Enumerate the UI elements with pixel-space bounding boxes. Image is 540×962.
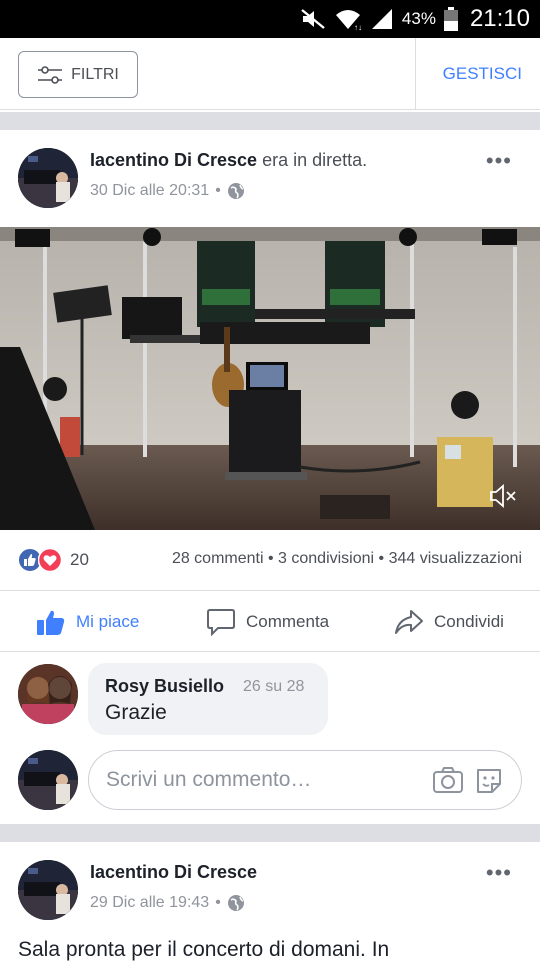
status-bar: ↑↓ 43% 21:10	[0, 0, 540, 38]
mute-icon	[301, 9, 325, 29]
share-button[interactable]: Condividi	[394, 591, 504, 653]
stats-dot: •	[267, 550, 279, 567]
views-count: 344 visualizzazioni	[388, 550, 522, 567]
sticker-icon[interactable]	[474, 766, 504, 801]
stats-counters: 28 commenti • 3 condivisioni • 344 visua…	[172, 550, 522, 568]
post-stats: 20 28 commenti • 3 condivisioni • 344 vi…	[0, 540, 540, 580]
divider	[415, 38, 416, 110]
post-author-line: Iacentino Di Cresce	[90, 862, 257, 883]
filter-label: FILTRI	[71, 65, 119, 83]
comment-icon	[207, 609, 235, 636]
commenter-avatar[interactable]	[18, 664, 78, 724]
mute-video-icon[interactable]	[488, 481, 518, 516]
thumbs-up-icon	[37, 610, 65, 635]
wifi-icon: ↑↓	[335, 10, 362, 31]
svg-text:↑↓: ↑↓	[354, 23, 362, 31]
manage-button[interactable]: GESTISCI	[443, 38, 522, 110]
author-name[interactable]: Iacentino Di Cresce	[90, 150, 257, 170]
comment-button[interactable]: Commenta	[206, 591, 329, 653]
battery-icon	[443, 7, 458, 31]
author-avatar[interactable]	[18, 860, 78, 920]
post-actions: Mi piace Commenta Condividi	[0, 590, 540, 652]
my-avatar	[18, 750, 78, 810]
more-options-icon[interactable]: •••	[486, 148, 512, 174]
post-header: Iacentino Di Cresce 29 Dic alle 19:43 • …	[0, 842, 540, 922]
video-frame	[0, 227, 540, 530]
love-reaction-icon	[38, 548, 62, 572]
meta-dot: •	[215, 894, 221, 911]
author-avatar[interactable]	[18, 148, 78, 208]
shares-count[interactable]: 3 condivisioni	[278, 550, 374, 567]
meta-dot: •	[215, 182, 221, 199]
post-author-line: Iacentino Di Cresce era in diretta.	[90, 150, 367, 171]
filter-button[interactable]: FILTRI	[18, 51, 138, 98]
comments-count[interactable]: 28 commenti	[172, 550, 264, 567]
comment-bubble[interactable]: Rosy Busiello 26 su 28 Grazie	[88, 663, 328, 735]
more-options-icon[interactable]: •••	[486, 860, 512, 886]
comment-input[interactable]: Scrivi un commento…	[88, 750, 522, 810]
battery-percentage: 43%	[401, 9, 436, 28]
like-label: Mi piace	[76, 612, 140, 631]
globe-icon	[227, 183, 244, 199]
globe-icon	[227, 895, 244, 911]
post-header: Iacentino Di Cresce era in diretta. 30 D…	[0, 130, 540, 210]
clock: 21:10	[469, 5, 530, 32]
comment-label: Commenta	[246, 612, 330, 631]
post-text: Sala pronta per il concerto di domani. I…	[18, 938, 390, 961]
feed-separator	[0, 112, 540, 130]
comment-time: 26 su 28	[243, 678, 305, 695]
comment-text: Grazie	[105, 701, 167, 724]
stats-dot: •	[378, 550, 389, 567]
post-date[interactable]: 29 Dic alle 19:43	[90, 894, 209, 912]
post-meta: 30 Dic alle 20:31 •	[90, 182, 245, 200]
reaction-count: 20	[70, 550, 89, 569]
sliders-icon	[38, 65, 63, 84]
feed-separator	[0, 824, 540, 842]
signal-icon	[371, 9, 392, 29]
post-meta: 29 Dic alle 19:43 •	[90, 894, 245, 912]
comment-placeholder: Scrivi un commento…	[106, 768, 312, 791]
commenter-name[interactable]: Rosy Busiello	[105, 676, 224, 697]
share-icon	[395, 610, 423, 634]
post-date[interactable]: 30 Dic alle 20:31	[90, 182, 209, 200]
author-name[interactable]: Iacentino Di Cresce	[90, 862, 257, 882]
like-button[interactable]: Mi piace	[36, 591, 139, 653]
post-verb: era in diretta.	[262, 150, 368, 170]
live-video[interactable]	[0, 227, 540, 530]
share-label: Condividi	[434, 612, 504, 631]
filter-bar: FILTRI GESTISCI	[0, 38, 540, 110]
reaction-summary[interactable]: 20	[18, 548, 89, 572]
camera-icon[interactable]	[432, 766, 464, 799]
